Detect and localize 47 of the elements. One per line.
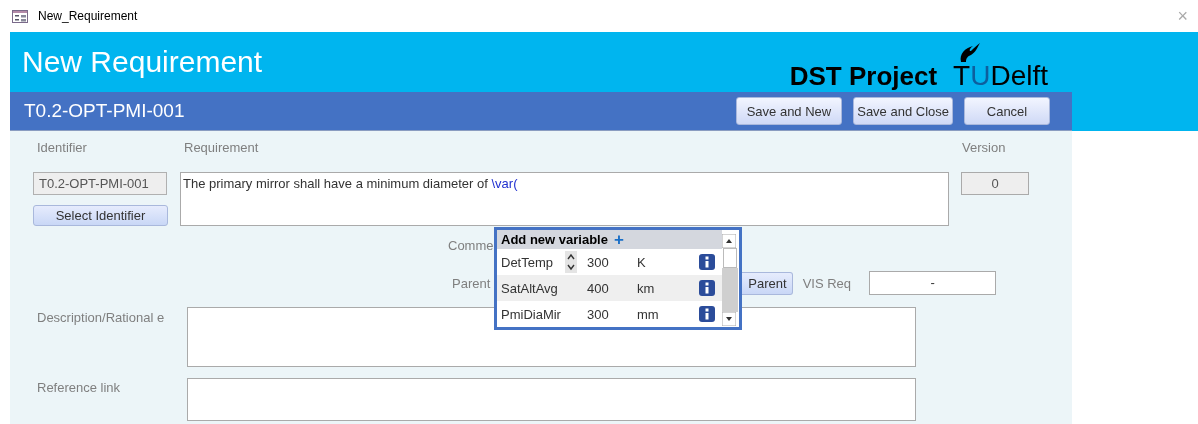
variable-name: SatAltAvg xyxy=(500,280,559,296)
window-title: New_Requirement xyxy=(38,9,138,23)
field-label: Version xyxy=(962,140,1006,156)
logo-text: Delft xyxy=(990,60,1048,92)
parent-button[interactable]: Parent xyxy=(742,271,793,295)
variable-unit: K xyxy=(637,254,647,270)
popup-title: Add new variable xyxy=(501,232,608,247)
field-label: Parent xyxy=(452,275,491,291)
version-field[interactable]: 0 xyxy=(961,172,1029,195)
toolbar-button[interactable]: Save and Close xyxy=(853,97,953,125)
record-identifier: T0.2-OPT-PMI-001 xyxy=(24,100,185,122)
add-button[interactable]: + xyxy=(607,231,624,248)
scroll-thumb[interactable] xyxy=(723,248,737,268)
variable-value: 300 xyxy=(586,306,610,322)
logo-text: T xyxy=(953,60,971,92)
scroll-down-icon[interactable] xyxy=(722,312,736,326)
variable-value: 300 xyxy=(586,254,610,270)
variable-name: DetTemp xyxy=(500,254,555,270)
field-label: Identifier xyxy=(37,140,88,156)
variable-row[interactable]: DetTemp 300 K xyxy=(497,249,722,275)
variable-row[interactable]: SatAltAvg 400 km xyxy=(497,275,722,301)
variable-unit: km xyxy=(637,280,656,296)
variable-value: 400 xyxy=(586,280,610,296)
requirement-field[interactable]: The primary mirror shall have a minimum diameter of \var( xyxy=(180,172,949,226)
reference-link-field[interactable] xyxy=(187,378,916,421)
vis-req-field[interactable]: - xyxy=(869,271,997,295)
field-label: VIS Req xyxy=(802,275,852,291)
form-heading: New Requirement xyxy=(22,45,263,79)
field-label: Reference link xyxy=(37,379,122,397)
info-icon[interactable] xyxy=(699,254,715,270)
variable-name: PmiDiaMir xyxy=(500,306,562,322)
select-identifier-button[interactable]: Select Identifier xyxy=(33,205,168,226)
variable-row[interactable]: PmiDiaMir 300 mm xyxy=(497,301,722,327)
field-label: Requirement xyxy=(184,140,260,156)
identifier-field[interactable]: T0.2-OPT-PMI-001 xyxy=(33,172,167,195)
toolbar-button[interactable]: Cancel xyxy=(964,97,1050,125)
spinner-icon[interactable] xyxy=(565,251,577,273)
form-icon xyxy=(12,9,28,23)
variable-unit: mm xyxy=(637,306,660,322)
info-icon[interactable] xyxy=(699,306,715,322)
project-name: DST Project xyxy=(789,60,938,92)
toolbar-button[interactable]: Save and New xyxy=(735,97,843,125)
info-icon[interactable] xyxy=(699,280,715,296)
field-label: Description/Rational e xyxy=(37,309,166,327)
scroll-up-icon[interactable] xyxy=(722,234,736,248)
logo-text: U xyxy=(970,60,991,92)
field-label: Comme xyxy=(448,238,494,253)
